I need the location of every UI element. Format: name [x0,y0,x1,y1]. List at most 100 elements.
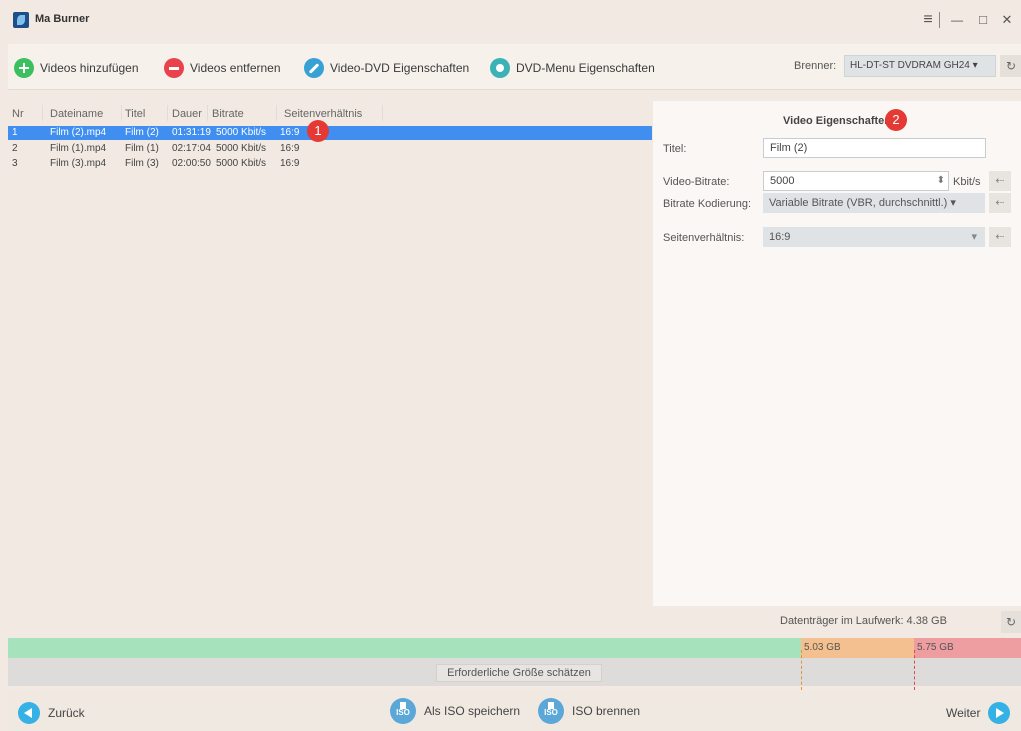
cell-aspect: 16:9 [280,158,300,169]
add-videos-button[interactable]: Videos hinzufügen [14,57,139,79]
video-list: Nr Dateiname Titel Dauer Bitrate Seitenv… [8,100,652,606]
cell-nr: 1 [12,127,18,138]
toolbar: Videos hinzufügen Videos entfernen Video… [8,44,1021,90]
size-mark-1: 5.03 GB [804,642,841,653]
burn-iso-label: ISO brennen [572,704,641,718]
cell-filename: Film (3).mp4 [50,158,107,169]
next-button[interactable]: Weiter [946,702,1011,724]
bottom-nav: Zurück ISO Als ISO speichern ISO ISO bre… [8,692,1021,731]
save-iso-label: Als ISO speichern [424,704,521,718]
dvd-properties-label: Video-DVD Eigenschaften [330,61,470,75]
disk-refresh-button[interactable]: ↻ [1001,611,1021,633]
table-row[interactable]: 3 Film (3).mp4 Film (3) 02:00:50 5000 Kb… [8,157,652,171]
size-marker-line [801,650,802,690]
cell-filename: Film (2).mp4 [50,127,107,138]
save-iso-button[interactable]: ISO Als ISO speichern [390,698,521,724]
aspect-reset-button[interactable]: ⇠ [989,227,1011,247]
add-icon [14,58,34,78]
dvd-menu-icon [490,58,510,78]
annotation-marker-1: 1 [307,120,329,142]
bitrate-unit: Kbit/s [953,176,981,188]
next-arrow-icon [988,702,1011,724]
column-separator [276,105,277,121]
cell-title: Film (3) [125,158,159,169]
burn-iso-icon: ISO [538,698,564,724]
cell-duration: 01:31:19 [172,127,211,138]
cell-filename: Film (1).mp4 [50,143,107,154]
aspect-value: 16:9 [769,231,791,243]
burner-refresh-button[interactable]: ↻ [1000,55,1021,77]
cell-duration: 02:17:04 [172,143,211,154]
back-arrow-icon [18,702,40,724]
app-logo-icon [13,12,29,28]
encoding-select[interactable]: Variable Bitrate (VBR, durchschnittl.) ▾ [763,193,985,213]
title-label: Titel: [663,143,687,155]
table-row-selected[interactable]: 1 Film (2).mp4 Film (2) 01:31:19 5000 Kb… [8,126,652,140]
disk-info: Datenträger im Laufwerk: 4.38 GB [780,615,947,627]
cell-title: Film (1) [125,143,159,154]
save-iso-icon: ISO [390,698,416,724]
close-button[interactable]: ✕ [996,10,1018,30]
spinner-icon[interactable]: ⬍ [937,172,945,190]
column-header-filename[interactable]: Dateiname [50,108,103,120]
cell-bitrate: 5000 Kbit/s [216,143,267,154]
burner-select[interactable]: HL-DT-ST DVDRAM GH24 ▾ [844,55,996,77]
column-separator [42,105,43,121]
titlebar-divider [939,12,940,28]
aspect-label: Seitenverhältnis: [663,232,745,244]
size-bar-over-zone: 5.75 GB [914,638,1021,658]
video-properties-panel: Video Eigenschaften 2 Titel: Film (2) Vi… [653,101,1021,606]
window-title: Ma Burner [35,13,90,25]
minimize-button[interactable]: — [946,10,968,30]
size-marker-line [914,650,915,690]
remove-icon [164,58,184,78]
size-bar-dvd5-zone: 5.03 GB [801,638,914,658]
back-label: Zurück [48,706,85,720]
back-button[interactable]: Zurück [18,702,85,724]
next-label: Weiter [946,706,981,720]
column-separator [207,105,208,121]
column-header-duration[interactable]: Dauer [172,108,202,120]
encoding-reset-button[interactable]: ⇠ [989,193,1011,213]
column-separator [121,105,122,121]
menu-properties-label: DVD-Menu Eigenschaften [516,61,655,75]
title-field[interactable]: Film (2) [763,138,986,158]
bitrate-reset-button[interactable]: ⇠ [989,171,1011,191]
cell-nr: 2 [12,143,18,154]
chevron-down-icon: ▾ [971,231,977,243]
cell-duration: 02:00:50 [172,158,211,169]
table-row[interactable]: 2 Film (1).mp4 Film (1) 02:17:04 5000 Kb… [8,142,652,156]
menu-icon[interactable]: ≡ [917,10,939,30]
cell-aspect: 16:9 [280,143,300,154]
column-header-aspect[interactable]: Seitenverhältnis [284,108,362,120]
cell-bitrate: 5000 Kbit/s [216,127,267,138]
title-bar: Ma Burner ≡ — □ ✕ [0,0,1021,40]
burner-label: Brenner: [794,60,837,72]
cell-bitrate: 5000 Kbit/s [216,158,267,169]
add-videos-label: Videos hinzufügen [40,61,139,75]
wrench-icon [304,58,324,78]
menu-properties-button[interactable]: DVD-Menu Eigenschaften [490,57,655,79]
size-bar-used [8,638,801,658]
annotation-marker-2: 2 [885,109,907,131]
bitrate-label: Video-Bitrate: [663,176,730,188]
column-header-title[interactable]: Titel [125,108,145,120]
aspect-select[interactable]: 16:9 ▾ [763,227,985,247]
burn-iso-button[interactable]: ISO ISO brennen [538,698,641,724]
cell-nr: 3 [12,158,18,169]
maximize-button[interactable]: □ [972,10,994,30]
column-header-nr[interactable]: Nr [12,108,24,120]
size-mark-2: 5.75 GB [917,642,954,653]
estimate-size-button[interactable]: Erforderliche Größe schätzen [436,664,602,682]
properties-title: Video Eigenschaften [783,115,891,127]
dvd-properties-button[interactable]: Video-DVD Eigenschaften [304,57,469,79]
cell-title: Film (2) [125,127,159,138]
column-header-bitrate[interactable]: Bitrate [212,108,244,120]
remove-videos-label: Videos entfernen [190,61,281,75]
remove-videos-button[interactable]: Videos entfernen [164,57,281,79]
cell-aspect: 16:9 [280,127,300,138]
bitrate-value: 5000 [770,175,795,187]
encoding-label: Bitrate Kodierung: [663,198,752,210]
column-separator [167,105,168,121]
bitrate-field[interactable]: 5000 ⬍ [763,171,949,191]
